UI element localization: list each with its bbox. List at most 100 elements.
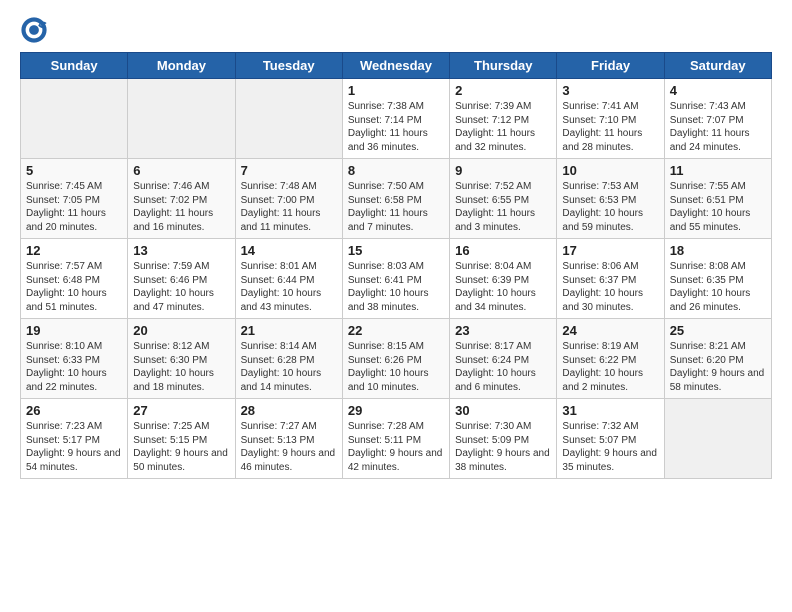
cell-info: Sunrise: 7:53 AMSunset: 6:53 PMDaylight:… [562, 180, 658, 234]
day-number: 27 [133, 403, 229, 418]
calendar-cell: 24 Sunrise: 8:19 AMSunset: 6:22 PMDayligh… [557, 319, 664, 399]
calendar-cell: 25 Sunrise: 8:21 AMSunset: 6:20 PMDayligh… [664, 319, 771, 399]
cell-info: Sunrise: 7:59 AMSunset: 6:46 PMDaylight:… [133, 260, 229, 314]
day-number: 14 [241, 243, 337, 258]
cell-info: Sunrise: 8:12 AMSunset: 6:30 PMDaylight:… [133, 340, 229, 394]
cell-info: Sunrise: 8:06 AMSunset: 6:37 PMDaylight:… [562, 260, 658, 314]
calendar-cell [664, 399, 771, 479]
day-number: 3 [562, 83, 658, 98]
calendar-cell: 18 Sunrise: 8:08 AMSunset: 6:35 PMDayligh… [664, 239, 771, 319]
cell-info: Sunrise: 8:03 AMSunset: 6:41 PMDaylight:… [348, 260, 444, 314]
day-number: 6 [133, 163, 229, 178]
day-number: 19 [26, 323, 122, 338]
calendar-cell: 19 Sunrise: 8:10 AMSunset: 6:33 PMDayligh… [21, 319, 128, 399]
day-number: 2 [455, 83, 551, 98]
cell-info: Sunrise: 7:48 AMSunset: 7:00 PMDaylight:… [241, 180, 337, 234]
day-number: 16 [455, 243, 551, 258]
header-tuesday: Tuesday [235, 53, 342, 79]
cell-info: Sunrise: 7:41 AMSunset: 7:10 PMDaylight:… [562, 100, 658, 154]
cell-info: Sunrise: 7:27 AMSunset: 5:13 PMDaylight:… [241, 420, 337, 474]
cell-info: Sunrise: 7:28 AMSunset: 5:11 PMDaylight:… [348, 420, 444, 474]
calendar-cell: 30 Sunrise: 7:30 AMSunset: 5:09 PMDayligh… [450, 399, 557, 479]
header-row: SundayMondayTuesdayWednesdayThursdayFrid… [21, 53, 772, 79]
calendar-cell: 10Sunrise: 7:53 AMSunset: 6:53 PMDayligh… [557, 159, 664, 239]
cell-info: Sunrise: 8:15 AMSunset: 6:26 PMDaylight:… [348, 340, 444, 394]
day-number: 1 [348, 83, 444, 98]
calendar-cell: 31 Sunrise: 7:32 AMSunset: 5:07 PMDayligh… [557, 399, 664, 479]
day-number: 20 [133, 323, 229, 338]
week-row-2: 12 Sunrise: 7:57 AMSunset: 6:48 PMDayligh… [21, 239, 772, 319]
day-number: 5 [26, 163, 122, 178]
calendar-cell: 26 Sunrise: 7:23 AMSunset: 5:17 PMDayligh… [21, 399, 128, 479]
calendar-cell: 14Sunrise: 8:01 AMSunset: 6:44 PMDayligh… [235, 239, 342, 319]
day-number: 9 [455, 163, 551, 178]
calendar-cell: 17 Sunrise: 8:06 AMSunset: 6:37 PMDayligh… [557, 239, 664, 319]
day-number: 23 [455, 323, 551, 338]
header-saturday: Saturday [664, 53, 771, 79]
day-number: 22 [348, 323, 444, 338]
cell-info: Sunrise: 7:50 AMSunset: 6:58 PMDaylight:… [348, 180, 444, 234]
header [20, 16, 772, 44]
day-number: 31 [562, 403, 658, 418]
cell-info: Sunrise: 7:46 AMSunset: 7:02 PMDaylight:… [133, 180, 229, 234]
page: SundayMondayTuesdayWednesdayThursdayFrid… [0, 0, 792, 489]
cell-info: Sunrise: 8:10 AMSunset: 6:33 PMDaylight:… [26, 340, 122, 394]
cell-info: Sunrise: 7:57 AMSunset: 6:48 PMDaylight:… [26, 260, 122, 314]
cell-info: Sunrise: 7:52 AMSunset: 6:55 PMDaylight:… [455, 180, 551, 234]
day-number: 7 [241, 163, 337, 178]
cell-info: Sunrise: 7:45 AMSunset: 7:05 PMDaylight:… [26, 180, 122, 234]
header-thursday: Thursday [450, 53, 557, 79]
cell-info: Sunrise: 7:32 AMSunset: 5:07 PMDaylight:… [562, 420, 658, 474]
calendar-cell: 7 Sunrise: 7:48 AMSunset: 7:00 PMDaylight… [235, 159, 342, 239]
cell-info: Sunrise: 8:08 AMSunset: 6:35 PMDaylight:… [670, 260, 766, 314]
logo [20, 16, 52, 44]
calendar-cell: 13Sunrise: 7:59 AMSunset: 6:46 PMDayligh… [128, 239, 235, 319]
cell-info: Sunrise: 8:21 AMSunset: 6:20 PMDaylight:… [670, 340, 766, 394]
week-row-0: 1Sunrise: 7:38 AMSunset: 7:14 PMDaylight… [21, 79, 772, 159]
day-number: 24 [562, 323, 658, 338]
day-number: 8 [348, 163, 444, 178]
calendar-cell [235, 79, 342, 159]
cell-info: Sunrise: 8:04 AMSunset: 6:39 PMDaylight:… [455, 260, 551, 314]
cell-info: Sunrise: 8:19 AMSunset: 6:22 PMDaylight:… [562, 340, 658, 394]
calendar-cell: 11Sunrise: 7:55 AMSunset: 6:51 PMDayligh… [664, 159, 771, 239]
day-number: 15 [348, 243, 444, 258]
cell-info: Sunrise: 7:55 AMSunset: 6:51 PMDaylight:… [670, 180, 766, 234]
header-sunday: Sunday [21, 53, 128, 79]
calendar-cell: 1Sunrise: 7:38 AMSunset: 7:14 PMDaylight… [342, 79, 449, 159]
calendar-cell: 16 Sunrise: 8:04 AMSunset: 6:39 PMDayligh… [450, 239, 557, 319]
calendar-cell [21, 79, 128, 159]
header-wednesday: Wednesday [342, 53, 449, 79]
cell-info: Sunrise: 8:17 AMSunset: 6:24 PMDaylight:… [455, 340, 551, 394]
cell-info: Sunrise: 7:43 AMSunset: 7:07 PMDaylight:… [670, 100, 766, 154]
calendar-cell: 12 Sunrise: 7:57 AMSunset: 6:48 PMDayligh… [21, 239, 128, 319]
calendar-cell: 2 Sunrise: 7:39 AMSunset: 7:12 PMDaylight… [450, 79, 557, 159]
header-friday: Friday [557, 53, 664, 79]
day-number: 17 [562, 243, 658, 258]
logo-icon [20, 16, 48, 44]
cell-info: Sunrise: 7:25 AMSunset: 5:15 PMDaylight:… [133, 420, 229, 474]
cell-info: Sunrise: 7:23 AMSunset: 5:17 PMDaylight:… [26, 420, 122, 474]
calendar-cell: 23 Sunrise: 8:17 AMSunset: 6:24 PMDayligh… [450, 319, 557, 399]
calendar-cell: 9 Sunrise: 7:52 AMSunset: 6:55 PMDaylight… [450, 159, 557, 239]
calendar-cell: 29Sunrise: 7:28 AMSunset: 5:11 PMDayligh… [342, 399, 449, 479]
calendar-cell: 28 Sunrise: 7:27 AMSunset: 5:13 PMDayligh… [235, 399, 342, 479]
cell-info: Sunrise: 8:14 AMSunset: 6:28 PMDaylight:… [241, 340, 337, 394]
day-number: 28 [241, 403, 337, 418]
day-number: 25 [670, 323, 766, 338]
calendar-cell: 6 Sunrise: 7:46 AMSunset: 7:02 PMDaylight… [128, 159, 235, 239]
calendar-cell: 20 Sunrise: 8:12 AMSunset: 6:30 PMDayligh… [128, 319, 235, 399]
calendar-cell: 22 Sunrise: 8:15 AMSunset: 6:26 PMDayligh… [342, 319, 449, 399]
cell-info: Sunrise: 7:30 AMSunset: 5:09 PMDaylight:… [455, 420, 551, 474]
week-row-1: 5 Sunrise: 7:45 AMSunset: 7:05 PMDaylight… [21, 159, 772, 239]
calendar-cell: 21Sunrise: 8:14 AMSunset: 6:28 PMDayligh… [235, 319, 342, 399]
cell-info: Sunrise: 7:39 AMSunset: 7:12 PMDaylight:… [455, 100, 551, 154]
header-monday: Monday [128, 53, 235, 79]
day-number: 18 [670, 243, 766, 258]
day-number: 4 [670, 83, 766, 98]
day-number: 12 [26, 243, 122, 258]
day-number: 26 [26, 403, 122, 418]
calendar-cell: 3 Sunrise: 7:41 AMSunset: 7:10 PMDaylight… [557, 79, 664, 159]
day-number: 30 [455, 403, 551, 418]
calendar-table: SundayMondayTuesdayWednesdayThursdayFrid… [20, 52, 772, 479]
